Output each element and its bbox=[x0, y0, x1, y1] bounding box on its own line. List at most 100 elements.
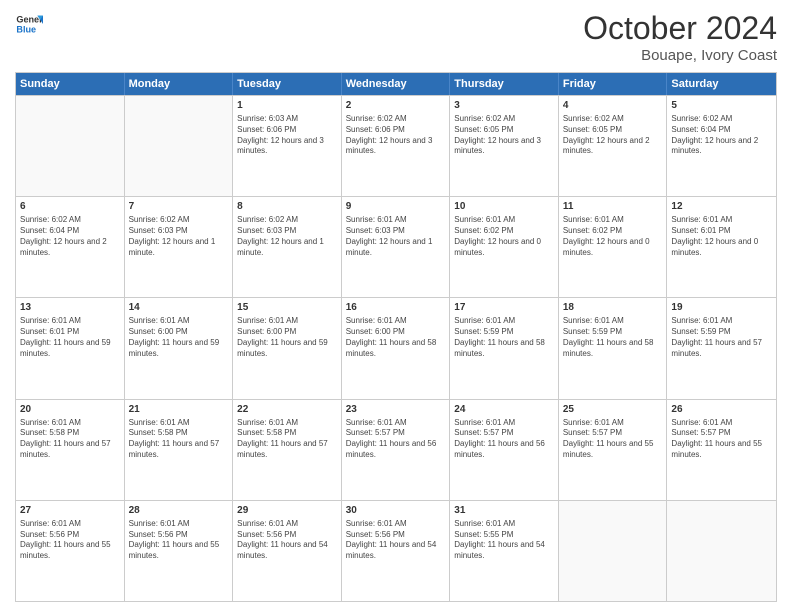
cell-info: Sunrise: 6:01 AMSunset: 6:00 PMDaylight:… bbox=[237, 316, 337, 359]
cell-info: Sunrise: 6:01 AMSunset: 5:57 PMDaylight:… bbox=[346, 418, 446, 461]
day-cell-11: 11Sunrise: 6:01 AMSunset: 6:02 PMDayligh… bbox=[559, 197, 668, 297]
cell-info: Sunrise: 6:01 AMSunset: 6:02 PMDaylight:… bbox=[454, 215, 554, 258]
cell-info: Sunrise: 6:01 AMSunset: 5:56 PMDaylight:… bbox=[346, 519, 446, 562]
cell-info: Sunrise: 6:02 AMSunset: 6:06 PMDaylight:… bbox=[346, 114, 446, 157]
header-day-thursday: Thursday bbox=[450, 73, 559, 95]
location-subtitle: Bouape, Ivory Coast bbox=[583, 47, 777, 64]
cell-info: Sunrise: 6:01 AMSunset: 5:57 PMDaylight:… bbox=[563, 418, 663, 461]
day-cell-20: 20 Sunrise: 6:01 AMSunset: 5:58 PMDayligh… bbox=[16, 400, 125, 500]
calendar-row-1: 6 Sunrise: 6:02 AMSunset: 6:04 PMDaylight… bbox=[16, 196, 776, 297]
day-cell-22: 22Sunrise: 6:01 AMSunset: 5:58 PMDayligh… bbox=[233, 400, 342, 500]
day-cell-15: 15Sunrise: 6:01 AMSunset: 6:00 PMDayligh… bbox=[233, 298, 342, 398]
day-number: 5 bbox=[671, 99, 772, 112]
day-number: 16 bbox=[346, 301, 446, 314]
day-cell-9: 9 Sunrise: 6:01 AMSunset: 6:03 PMDaylight… bbox=[342, 197, 451, 297]
calendar-page: General Blue October 2024 Bouape, Ivory … bbox=[0, 0, 792, 612]
day-number: 3 bbox=[454, 99, 554, 112]
day-number: 20 bbox=[20, 403, 120, 416]
cell-info: Sunrise: 6:01 AMSunset: 5:59 PMDaylight:… bbox=[563, 316, 663, 359]
cell-info: Sunrise: 6:01 AMSunset: 5:58 PMDaylight:… bbox=[20, 418, 120, 461]
calendar-row-0: 1 Sunrise: 6:03 AMSunset: 6:06 PMDaylight… bbox=[16, 95, 776, 196]
day-cell-17: 17 Sunrise: 6:01 AMSunset: 5:59 PMDayligh… bbox=[450, 298, 559, 398]
day-number: 28 bbox=[129, 504, 229, 517]
day-cell-1: 1 Sunrise: 6:03 AMSunset: 6:06 PMDaylight… bbox=[233, 96, 342, 196]
day-number: 19 bbox=[671, 301, 772, 314]
day-number: 14 bbox=[129, 301, 229, 314]
day-cell-16: 16Sunrise: 6:01 AMSunset: 6:00 PMDayligh… bbox=[342, 298, 451, 398]
day-number: 23 bbox=[346, 403, 446, 416]
day-number: 2 bbox=[346, 99, 446, 112]
day-cell-31: 31 Sunrise: 6:01 AMSunset: 5:55 PMDayligh… bbox=[450, 501, 559, 601]
day-number: 22 bbox=[237, 403, 337, 416]
day-cell-19: 19 Sunrise: 6:01 AMSunset: 5:59 PMDayligh… bbox=[667, 298, 776, 398]
day-number: 17 bbox=[454, 301, 554, 314]
day-number: 8 bbox=[237, 200, 337, 213]
cell-info: Sunrise: 6:01 AMSunset: 6:03 PMDaylight:… bbox=[346, 215, 446, 258]
header-day-wednesday: Wednesday bbox=[342, 73, 451, 95]
day-cell-10: 10 Sunrise: 6:01 AMSunset: 6:02 PMDayligh… bbox=[450, 197, 559, 297]
day-number: 10 bbox=[454, 200, 554, 213]
header-day-sunday: Sunday bbox=[16, 73, 125, 95]
day-number: 24 bbox=[454, 403, 554, 416]
day-number: 7 bbox=[129, 200, 229, 213]
cell-info: Sunrise: 6:02 AMSunset: 6:03 PMDaylight:… bbox=[129, 215, 229, 258]
day-cell-21: 21 Sunrise: 6:01 AMSunset: 5:58 PMDayligh… bbox=[125, 400, 234, 500]
day-cell-5: 5Sunrise: 6:02 AMSunset: 6:04 PMDaylight… bbox=[667, 96, 776, 196]
day-cell-2: 2 Sunrise: 6:02 AMSunset: 6:06 PMDaylight… bbox=[342, 96, 451, 196]
cell-info: Sunrise: 6:01 AMSunset: 5:55 PMDaylight:… bbox=[454, 519, 554, 562]
empty-cell bbox=[667, 501, 776, 601]
title-area: October 2024 Bouape, Ivory Coast bbox=[583, 10, 777, 64]
month-title: October 2024 bbox=[583, 10, 777, 47]
calendar: SundayMondayTuesdayWednesdayThursdayFrid… bbox=[15, 72, 777, 602]
cell-info: Sunrise: 6:02 AMSunset: 6:03 PMDaylight:… bbox=[237, 215, 337, 258]
calendar-row-4: 27 Sunrise: 6:01 AMSunset: 5:56 PMDayligh… bbox=[16, 500, 776, 601]
header-day-friday: Friday bbox=[559, 73, 668, 95]
cell-info: Sunrise: 6:02 AMSunset: 6:05 PMDaylight:… bbox=[563, 114, 663, 157]
cell-info: Sunrise: 6:01 AMSunset: 6:00 PMDaylight:… bbox=[129, 316, 229, 359]
cell-info: Sunrise: 6:01 AMSunset: 5:56 PMDaylight:… bbox=[129, 519, 229, 562]
day-number: 6 bbox=[20, 200, 120, 213]
cell-info: Sunrise: 6:01 AMSunset: 5:56 PMDaylight:… bbox=[237, 519, 337, 562]
cell-info: Sunrise: 6:01 AMSunset: 5:59 PMDaylight:… bbox=[671, 316, 772, 359]
day-cell-18: 18 Sunrise: 6:01 AMSunset: 5:59 PMDayligh… bbox=[559, 298, 668, 398]
day-number: 9 bbox=[346, 200, 446, 213]
day-number: 27 bbox=[20, 504, 120, 517]
cell-info: Sunrise: 6:01 AMSunset: 5:59 PMDaylight:… bbox=[454, 316, 554, 359]
day-cell-27: 27 Sunrise: 6:01 AMSunset: 5:56 PMDayligh… bbox=[16, 501, 125, 601]
day-cell-7: 7 Sunrise: 6:02 AMSunset: 6:03 PMDaylight… bbox=[125, 197, 234, 297]
calendar-body: 1 Sunrise: 6:03 AMSunset: 6:06 PMDaylight… bbox=[16, 95, 776, 601]
day-cell-23: 23 Sunrise: 6:01 AMSunset: 5:57 PMDayligh… bbox=[342, 400, 451, 500]
day-number: 11 bbox=[563, 200, 663, 213]
day-cell-26: 26 Sunrise: 6:01 AMSunset: 5:57 PMDayligh… bbox=[667, 400, 776, 500]
day-cell-12: 12 Sunrise: 6:01 AMSunset: 6:01 PMDayligh… bbox=[667, 197, 776, 297]
header-day-tuesday: Tuesday bbox=[233, 73, 342, 95]
day-cell-6: 6 Sunrise: 6:02 AMSunset: 6:04 PMDaylight… bbox=[16, 197, 125, 297]
day-number: 12 bbox=[671, 200, 772, 213]
day-number: 18 bbox=[563, 301, 663, 314]
day-cell-29: 29Sunrise: 6:01 AMSunset: 5:56 PMDayligh… bbox=[233, 501, 342, 601]
empty-cell bbox=[16, 96, 125, 196]
day-number: 21 bbox=[129, 403, 229, 416]
cell-info: Sunrise: 6:01 AMSunset: 5:57 PMDaylight:… bbox=[671, 418, 772, 461]
cell-info: Sunrise: 6:01 AMSunset: 5:58 PMDaylight:… bbox=[129, 418, 229, 461]
day-number: 31 bbox=[454, 504, 554, 517]
day-number: 26 bbox=[671, 403, 772, 416]
day-cell-28: 28 Sunrise: 6:01 AMSunset: 5:56 PMDayligh… bbox=[125, 501, 234, 601]
day-number: 30 bbox=[346, 504, 446, 517]
day-number: 4 bbox=[563, 99, 663, 112]
header-day-saturday: Saturday bbox=[667, 73, 776, 95]
cell-info: Sunrise: 6:02 AMSunset: 6:04 PMDaylight:… bbox=[20, 215, 120, 258]
cell-info: Sunrise: 6:03 AMSunset: 6:06 PMDaylight:… bbox=[237, 114, 337, 157]
day-number: 1 bbox=[237, 99, 337, 112]
cell-info: Sunrise: 6:01 AMSunset: 6:01 PMDaylight:… bbox=[671, 215, 772, 258]
day-number: 25 bbox=[563, 403, 663, 416]
day-cell-30: 30 Sunrise: 6:01 AMSunset: 5:56 PMDayligh… bbox=[342, 501, 451, 601]
empty-cell bbox=[559, 501, 668, 601]
day-cell-14: 14 Sunrise: 6:01 AMSunset: 6:00 PMDayligh… bbox=[125, 298, 234, 398]
logo-icon: General Blue bbox=[15, 10, 43, 38]
day-cell-24: 24Sunrise: 6:01 AMSunset: 5:57 PMDayligh… bbox=[450, 400, 559, 500]
day-cell-8: 8 Sunrise: 6:02 AMSunset: 6:03 PMDaylight… bbox=[233, 197, 342, 297]
day-cell-25: 25 Sunrise: 6:01 AMSunset: 5:57 PMDayligh… bbox=[559, 400, 668, 500]
calendar-row-2: 13Sunrise: 6:01 AMSunset: 6:01 PMDayligh… bbox=[16, 297, 776, 398]
cell-info: Sunrise: 6:01 AMSunset: 5:56 PMDaylight:… bbox=[20, 519, 120, 562]
